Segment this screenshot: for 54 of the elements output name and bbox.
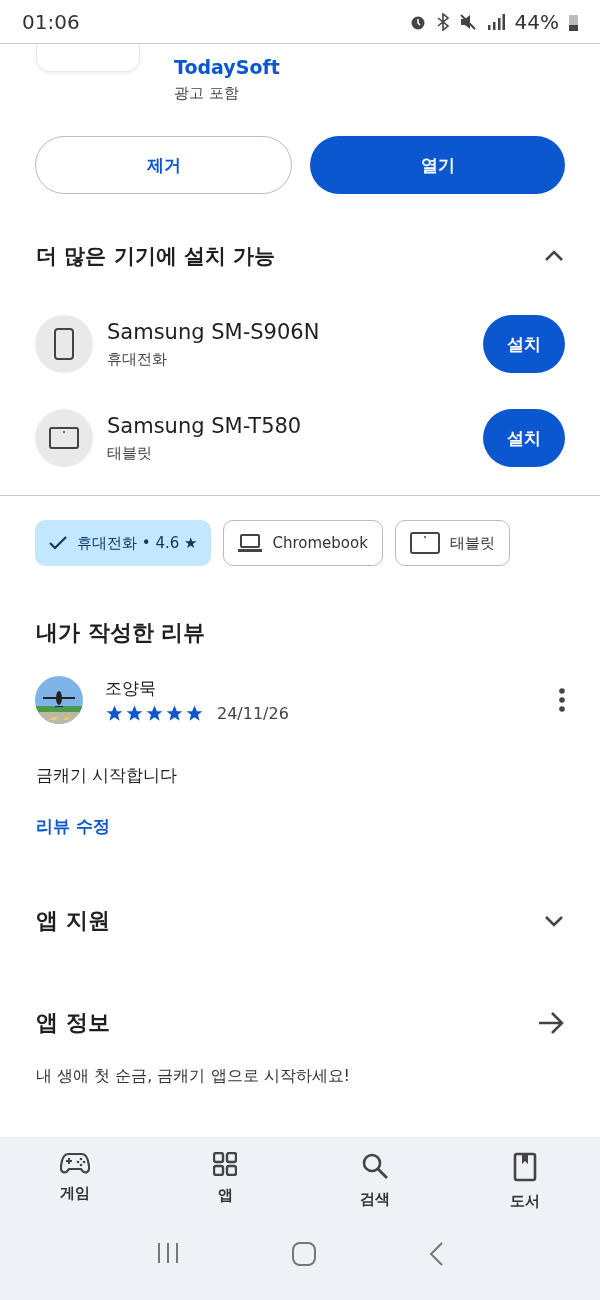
- star-icon: [165, 704, 184, 723]
- search-icon: [361, 1152, 389, 1180]
- ads-note: 광고 포함: [174, 84, 240, 103]
- recents-icon[interactable]: [156, 1242, 179, 1264]
- gamepad-icon: [60, 1152, 90, 1174]
- install-button[interactable]: 설치: [483, 409, 565, 467]
- laptop-icon: [238, 534, 263, 552]
- battery-icon: [569, 12, 578, 31]
- device-name: Samsung SM-T580: [107, 413, 303, 438]
- device-name: Samsung SM-S906N: [107, 319, 321, 344]
- device-type: 휴대전화: [107, 349, 168, 369]
- section-title: 앱 지원: [36, 907, 110, 935]
- nav-tab[interactable]: 게임: [0, 1151, 150, 1212]
- app-description: 내 생애 첫 순금, 금캐기 앱으로 시작하세요!: [36, 1066, 350, 1087]
- filter-chip[interactable]: 휴대전화 • 4.6 ★: [35, 520, 212, 566]
- tablet-icon: [409, 532, 440, 554]
- device-type: 태블릿: [107, 443, 153, 463]
- section-title: 앱 정보: [36, 1009, 110, 1037]
- battery-percent: 44%: [514, 9, 559, 34]
- install-button[interactable]: 설치: [483, 315, 565, 373]
- nav-tab[interactable]: 도서: [450, 1151, 600, 1212]
- section-title: 내가 작성한 리뷰: [36, 619, 206, 647]
- reviewer-name: 조양묵: [105, 677, 157, 700]
- home-icon[interactable]: [292, 1242, 316, 1266]
- check-icon: [49, 536, 67, 550]
- review-text: 금캐기 시작합니다: [36, 764, 178, 787]
- section-title: 더 많은 기기에 설치 가능: [36, 243, 276, 270]
- uninstall-button[interactable]: 제거: [35, 136, 292, 194]
- filter-chip[interactable]: 태블릿: [394, 520, 510, 566]
- back-icon[interactable]: [429, 1242, 444, 1266]
- grid-icon: [213, 1152, 237, 1176]
- review-date: 24/11/26: [217, 704, 289, 723]
- signal-icon: [486, 13, 505, 30]
- more-icon[interactable]: [559, 688, 565, 712]
- star-icon: [125, 704, 144, 723]
- tablet-icon: [49, 427, 79, 449]
- developer-link[interactable]: TodaySoft: [174, 56, 280, 78]
- app-icon: [36, 44, 140, 72]
- star-icon: [185, 704, 204, 723]
- edit-review-link[interactable]: 리뷰 수정: [36, 815, 110, 838]
- star-icon: [145, 704, 164, 723]
- star-icon: [105, 704, 124, 723]
- filter-chip[interactable]: Chromebook: [223, 520, 383, 566]
- phone-icon: [53, 328, 75, 360]
- open-button[interactable]: 열기: [310, 136, 565, 194]
- nav-tab[interactable]: 검색: [300, 1151, 450, 1212]
- mute-icon: [458, 12, 477, 31]
- arrow-icon[interactable]: [538, 1012, 564, 1034]
- collapse-button[interactable]: [544, 250, 564, 262]
- book-icon: [513, 1152, 537, 1182]
- bluetooth-icon: [436, 12, 449, 31]
- status-time: 01:06: [22, 9, 80, 34]
- expand-button[interactable]: [544, 915, 564, 927]
- nav-tab[interactable]: 앱: [150, 1151, 300, 1212]
